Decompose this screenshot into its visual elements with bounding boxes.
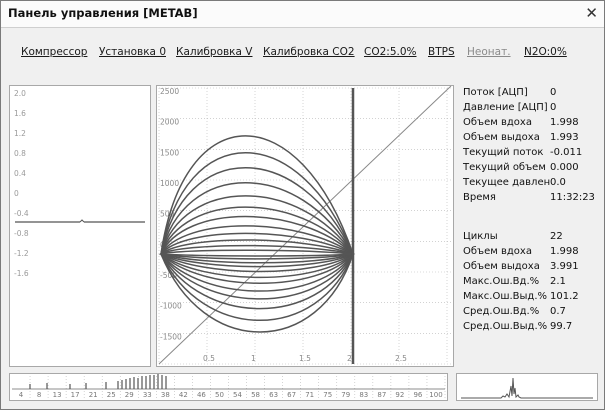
flow-volume-loop <box>160 152 354 322</box>
loop-y-tick-label: -1000 <box>160 302 182 311</box>
toolbar-menu: Компрессор Установка 0 Калибровка V Кали… <box>1 46 604 64</box>
loop-y-tick-label: -1500 <box>160 332 182 341</box>
histogram-bin-label: 46 <box>197 391 206 399</box>
left-tick-label: -1.2 <box>14 249 29 258</box>
histogram-bin-label: 33 <box>143 391 152 399</box>
mini-waveform-trace <box>461 377 593 399</box>
histogram-bin-label: 17 <box>71 391 80 399</box>
measurements-panel: Поток [АЦП] 0 Давление [АЦП] 0 Объем вдоха… <box>463 87 595 332</box>
left-tick-label: 1.6 <box>14 109 26 118</box>
window-title: Панель управления [METAB] <box>8 6 198 20</box>
error-histogram: 4 8 13 17 21 25 29 33 38 42 46 50 54 58 63 67 71 75 79 83 87… <box>12 374 446 399</box>
mini-waveform <box>461 377 593 399</box>
histogram-bin-label: 92 <box>395 391 404 399</box>
left-tick-label: -1.6 <box>14 269 29 278</box>
left-tick-label: -0.4 <box>14 209 29 218</box>
histogram-bin-label: 4 <box>19 391 24 399</box>
calibration-diagonal <box>158 85 452 365</box>
histogram-bin-label: 8 <box>37 391 41 399</box>
flow-timeseries-panel: 2.0 1.6 1.2 0.8 0.4 0 -0.4 -0.8 -1.2 -1.6 <box>9 85 151 367</box>
title-bar: Панель управления [METAB] ✕ <box>1 1 604 28</box>
left-tick-label: 0 <box>14 189 19 198</box>
menu-btps[interactable]: BTPS <box>428 46 455 58</box>
flow-volume-loop <box>160 249 354 257</box>
menu-set-zero[interactable]: Установка 0 <box>99 46 166 58</box>
histogram-bin-label: 29 <box>125 391 134 399</box>
error-histogram-panel: 4 8 13 17 21 25 29 33 38 42 46 50 54 58 63 67 71 75 79 83 87… <box>9 373 448 401</box>
histogram-bin-label: 83 <box>359 391 368 399</box>
left-tick-label: 0.4 <box>14 169 26 178</box>
menu-neonatal[interactable]: Неонат. <box>467 46 511 58</box>
loop-y-tick-label: 1000 <box>160 179 179 188</box>
menu-co2-percent[interactable]: CO2:5.0% <box>364 46 417 58</box>
left-tick-label: -0.8 <box>14 229 29 238</box>
close-icon[interactable]: ✕ <box>585 4 598 22</box>
histogram-bin-label: 42 <box>179 391 188 399</box>
histogram-bin-label: 79 <box>341 391 350 399</box>
left-tick-label: 0.8 <box>14 149 26 158</box>
histogram-bin-label: 100 <box>429 391 442 399</box>
menu-compressor[interactable]: Компрессор <box>21 46 87 58</box>
loop-x-tick-label: 0.5 <box>203 354 215 363</box>
left-tick-label: 1.2 <box>14 129 26 138</box>
left-chart-tick-labels: 2.0 1.6 1.2 0.8 0.4 0 -0.4 -0.8 -1.2 -1.6 <box>14 89 29 278</box>
mini-waveform-panel <box>456 373 598 401</box>
left-tick-label: 2.0 <box>14 89 26 98</box>
histogram-bin-label: 21 <box>89 391 98 399</box>
histogram-bin-label: 25 <box>107 391 116 399</box>
loop-x-tick-label: 2 <box>347 354 352 363</box>
flow-volume-loop-chart: 25002000150010005000-500-1000-15000.5 1 1.… <box>158 85 452 365</box>
histogram-bin-label: 67 <box>287 391 296 399</box>
histogram-bin-label: 71 <box>305 391 314 399</box>
histogram-bin-label: 38 <box>161 391 170 399</box>
histogram-bin-label: 58 <box>251 391 260 399</box>
loop-y-tick-label: 2500 <box>160 87 179 96</box>
flow-volume-loop-panel: 2500 2000 1500 1000 500 0 -500 -1000 -1500 0.5 1 1.… <box>156 85 454 367</box>
histogram-bin-label: 50 <box>215 391 224 399</box>
histogram-bin-label: 87 <box>377 391 386 399</box>
flow-volume-loop <box>160 167 354 310</box>
flow-trace-blip <box>79 219 85 223</box>
histogram-bin-label: 13 <box>53 391 62 399</box>
menu-calibration-v[interactable]: Калибровка V <box>176 46 252 58</box>
histogram-bin-labels: 4 8 13 17 21 25 29 33 38 42 46 50 54 58 63 67 71 75 79 83 87… <box>19 391 443 399</box>
control-panel-window: Панель управления [METAB] ✕ Компрессор У… <box>0 0 605 410</box>
flow-timeseries-chart: 2.0 1.6 1.2 0.8 0.4 0 -0.4 -0.8 -1.2 -1.6 <box>14 89 145 278</box>
loop-y-tick-label: 2000 <box>160 118 179 127</box>
menu-n2o-percent[interactable]: N2O:0% <box>524 46 567 58</box>
histogram-bin-label: 63 <box>269 391 278 399</box>
loop-y-tick-label: 1500 <box>160 148 179 157</box>
histogram-bin-label: 75 <box>323 391 332 399</box>
loop-x-tick-label: 1.5 <box>299 354 311 363</box>
loop-x-tick-label: 1 <box>251 354 256 363</box>
loop-x-tick-label: 2.5 <box>395 354 407 363</box>
histogram-bin-label: 96 <box>413 391 422 399</box>
menu-calibration-co2[interactable]: Калибровка CO2 <box>263 46 355 58</box>
histogram-bin-label: 54 <box>233 391 242 399</box>
